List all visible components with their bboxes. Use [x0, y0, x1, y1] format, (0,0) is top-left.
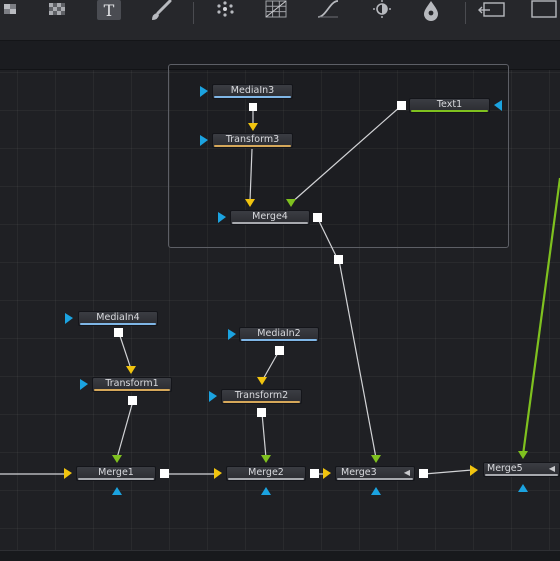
merge3-background-port[interactable] — [323, 468, 331, 479]
merge4-mask-port[interactable] — [218, 212, 226, 223]
mediain3-input-port[interactable] — [200, 86, 208, 97]
merge4-background-port[interactable] — [245, 199, 255, 207]
transform1-mask-port[interactable] — [80, 379, 88, 390]
transform3-mask-port[interactable] — [200, 135, 208, 146]
merge1-background-port[interactable] — [64, 468, 72, 479]
merge5-background-port[interactable] — [470, 465, 478, 476]
merge3-output-port[interactable] — [419, 469, 428, 478]
mediain4-input-port[interactable] — [65, 313, 73, 324]
node-ports — [64, 86, 528, 495]
merge1-output-port[interactable] — [160, 469, 169, 478]
merge5-foreground-port[interactable] — [518, 451, 528, 459]
transform2-mask-port[interactable] — [209, 391, 217, 402]
mediain2-input-port[interactable] — [228, 329, 236, 340]
merge1-foreground-port[interactable] — [112, 455, 122, 463]
transform1-output-port[interactable] — [128, 396, 137, 405]
merge3-mask-port[interactable] — [371, 487, 381, 495]
wire-waypoint[interactable] — [334, 255, 343, 264]
merge2-output-port[interactable] — [310, 469, 319, 478]
merge2-background-port[interactable] — [214, 468, 222, 479]
transform3-input-port[interactable] — [248, 123, 258, 131]
transform1-input-port[interactable] — [126, 366, 136, 374]
merge4-output-port[interactable] — [313, 213, 322, 222]
status-bar — [0, 550, 560, 561]
mediain2-output-port[interactable] — [275, 346, 284, 355]
transform2-output-port[interactable] — [257, 408, 266, 417]
merge5-mask-port[interactable] — [518, 484, 528, 492]
mediain3-output-port[interactable] — [249, 103, 257, 111]
merge2-mask-port[interactable] — [261, 487, 271, 495]
merge2-foreground-port[interactable] — [261, 455, 271, 463]
merge1-mask-port[interactable] — [112, 487, 122, 495]
mediain4-output-port[interactable] — [114, 328, 123, 337]
text1-input-port[interactable] — [494, 100, 502, 111]
merge4-foreground-port[interactable] — [286, 199, 296, 207]
transform2-input-port[interactable] — [257, 377, 267, 385]
text1-output-port[interactable] — [397, 101, 406, 110]
merge3-foreground-port[interactable] — [371, 455, 381, 463]
